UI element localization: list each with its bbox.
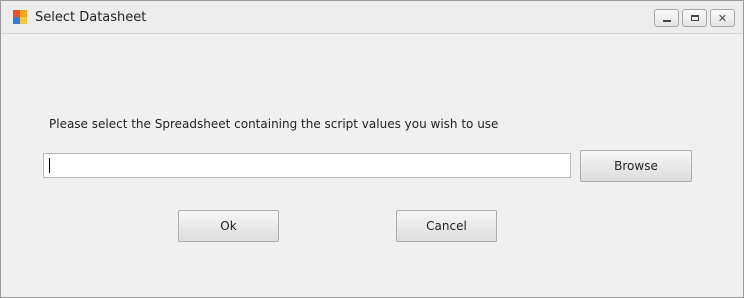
- maximize-button[interactable]: [682, 9, 707, 27]
- text-caret: [49, 158, 50, 173]
- app-icon: [13, 10, 27, 24]
- minimize-button[interactable]: [654, 9, 679, 27]
- window-controls: ✕: [651, 9, 735, 27]
- browse-button[interactable]: Browse: [580, 150, 692, 182]
- instruction-text: Please select the Spreadsheet containing…: [49, 117, 499, 131]
- dialog-window: Select Datasheet ✕: [0, 0, 744, 298]
- cancel-button[interactable]: Cancel: [396, 210, 497, 242]
- ok-button[interactable]: Ok: [178, 210, 279, 242]
- minimize-icon: [662, 20, 671, 22]
- spreadsheet-path-input[interactable]: [43, 153, 571, 178]
- window-title: Select Datasheet: [35, 10, 147, 25]
- maximize-icon: [690, 15, 699, 21]
- close-button[interactable]: ✕: [710, 9, 735, 27]
- close-icon: ✕: [717, 11, 728, 25]
- title-bar[interactable]: Select Datasheet ✕: [1, 1, 743, 34]
